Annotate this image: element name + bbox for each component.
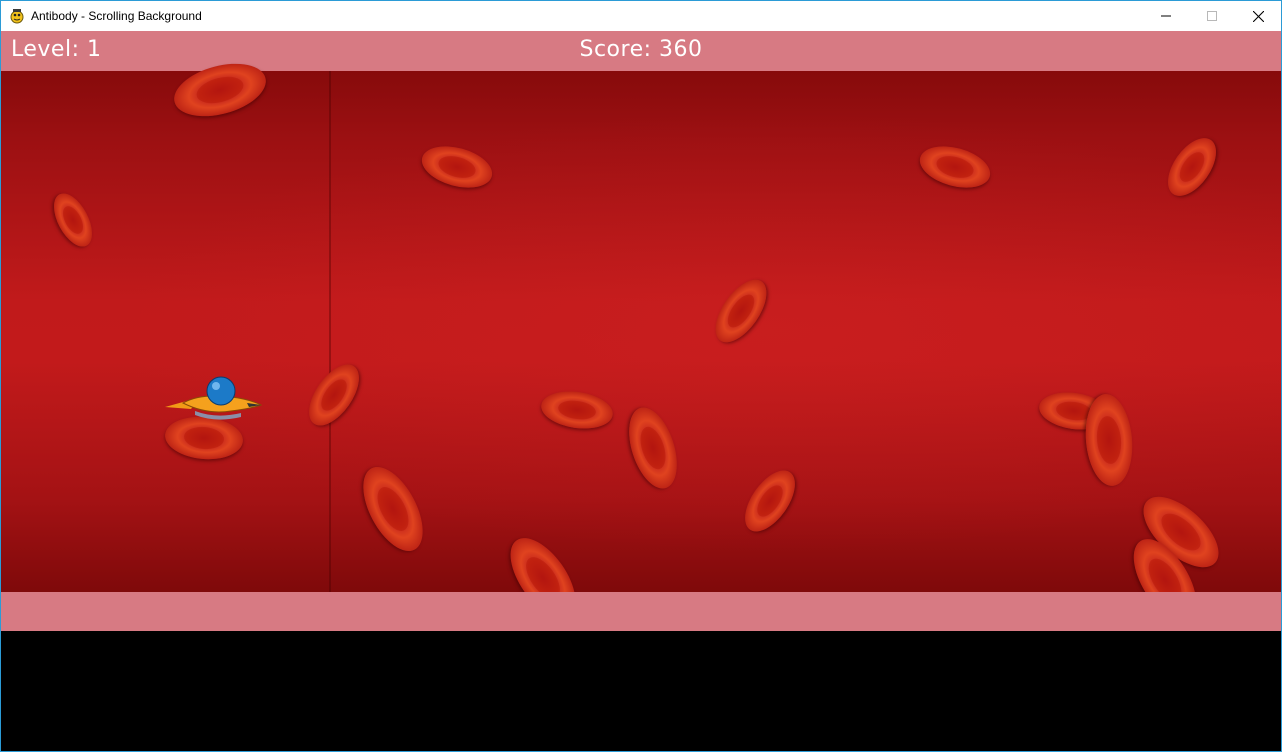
title-bar[interactable]: Antibody - Scrolling Background	[1, 1, 1281, 31]
letterbox-area	[1, 631, 1281, 751]
game-window: Antibody - Scrolling Background Score: 3…	[0, 0, 1282, 752]
game-canvas[interactable]: Score: 360 Level: 1	[1, 31, 1281, 631]
pygame-snake-icon	[9, 8, 25, 24]
minimize-icon	[1161, 15, 1171, 17]
maximize-icon	[1207, 11, 1217, 21]
background-seam	[329, 71, 331, 592]
score-display: Score: 360	[579, 37, 703, 62]
hud-bottom-band	[1, 592, 1281, 631]
hud-top-band: Score: 360 Level: 1	[1, 31, 1281, 71]
minimize-button[interactable]	[1143, 1, 1189, 31]
vessel-background	[1, 71, 1281, 592]
window-title: Antibody - Scrolling Background	[31, 9, 202, 23]
close-icon	[1252, 10, 1264, 22]
close-button[interactable]	[1235, 1, 1281, 31]
maximize-button[interactable]	[1189, 1, 1235, 31]
level-display: Level: 1	[11, 37, 102, 62]
antibody-ship[interactable]	[161, 375, 265, 427]
